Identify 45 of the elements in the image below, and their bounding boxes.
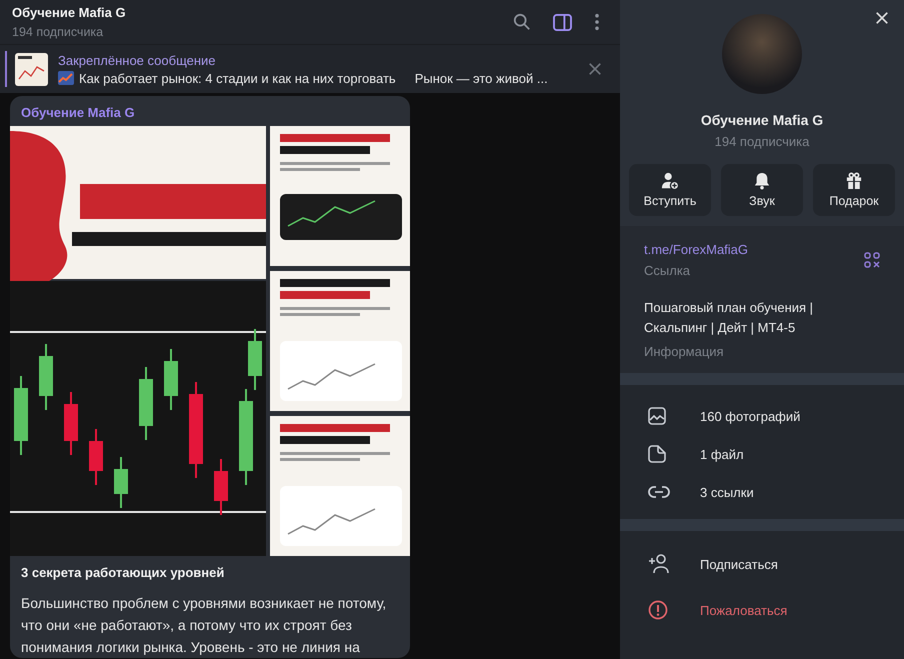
file-icon xyxy=(648,445,666,463)
message-text: Большинство проблем с уровнями возникает не потому, что они «не работают», а потому что их строят без понимания логики рынка. Уровень - это не линия на xyxy=(20,594,388,657)
link-icon xyxy=(648,485,670,499)
infographic-image[interactable] xyxy=(270,416,410,556)
candle xyxy=(114,457,128,508)
candle xyxy=(89,429,103,485)
channel-title: Обучение Mafia G xyxy=(12,5,126,20)
search-icon[interactable] xyxy=(513,13,531,31)
infographic-image[interactable] xyxy=(270,126,410,266)
subscriber-count: 194 подписчика xyxy=(12,25,104,39)
image-icon xyxy=(648,407,666,425)
add-person-icon xyxy=(648,554,670,574)
sound-button[interactable]: Звук xyxy=(721,164,803,216)
qr-code-icon[interactable] xyxy=(864,252,880,268)
description-label: Информация xyxy=(644,344,725,359)
warning-icon xyxy=(648,600,668,620)
bell-icon xyxy=(754,172,770,190)
message-author[interactable]: Обучение Mafia G xyxy=(10,96,410,126)
sidebar-toggle-icon[interactable] xyxy=(553,14,572,30)
candle xyxy=(39,344,53,410)
candle xyxy=(214,459,228,515)
link-label: Ссылка xyxy=(644,263,692,278)
pinned-text[interactable]: Как работает рынок: 4 стадии и как на них торговать xyxy=(79,70,396,86)
action-item[interactable]: Пожаловаться xyxy=(620,587,904,633)
media-item[interactable]: 1 файл xyxy=(620,435,904,473)
channel-description: Пошаговый план обучения | Скальпинг | Дейт | MT4-5 xyxy=(644,299,814,337)
person-plus-icon xyxy=(661,172,679,190)
more-icon[interactable] xyxy=(594,13,600,31)
chart-up-icon xyxy=(58,71,74,85)
profile-name: Обучение Mafia G xyxy=(700,112,824,128)
message-thumbnail xyxy=(15,52,48,86)
join-button[interactable]: Вступить xyxy=(629,164,711,216)
infographic-image[interactable] xyxy=(270,271,410,411)
candle xyxy=(64,392,78,455)
pinned-label[interactable]: Закреплённое сообщение xyxy=(58,52,588,68)
gift-icon xyxy=(846,172,862,190)
media-item[interactable]: 3 ссылки xyxy=(620,473,904,511)
gift-button[interactable]: Подарок xyxy=(813,164,895,216)
candle xyxy=(164,349,178,410)
caption-title: 3 секрета работающих уровней xyxy=(20,564,226,580)
media-item[interactable]: 160 фотографий xyxy=(620,397,904,435)
action-item[interactable]: Подписаться xyxy=(620,541,904,587)
profile-subscribers: 194 подписчика xyxy=(714,134,810,149)
channel-link[interactable]: t.me/ForexMafiaG xyxy=(644,242,748,257)
pinned-preview[interactable]: Рынок — это живой ... xyxy=(414,70,548,86)
